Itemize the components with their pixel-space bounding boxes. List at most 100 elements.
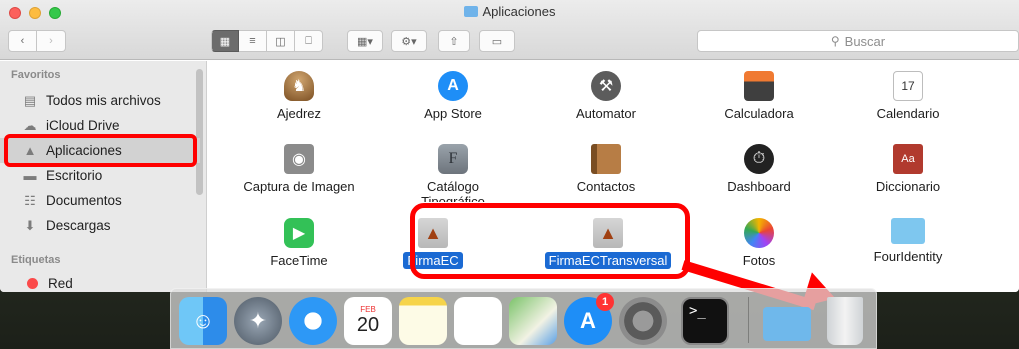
app-label: FaceTime [270,253,328,268]
sidebar-item-all-files[interactable]: ▤ Todos mis archivos [0,88,200,113]
sidebar-item-label: Todos mis archivos [46,93,161,108]
automator-icon: ⚒ [591,71,621,101]
applications-folder-icon [463,6,478,17]
app-label: App Store [424,106,482,121]
app-label: Dashboard [727,179,791,194]
chevron-left-icon: ‹ [20,35,25,47]
dock-calendar-month: FEB [360,305,376,314]
sidebar-item-label: Documentos [46,193,122,208]
app-label: Captura de Imagen [243,179,355,194]
tags-button[interactable]: ▭ [479,30,515,52]
app-item-fouridentity[interactable]: FourIdentity [833,218,983,265]
highlight-firmaec-annotation [410,203,690,279]
dock: ☺ ✦ FEB 20 A 1 >_ [170,288,877,349]
app-label: Fotos [742,253,776,268]
coverflow-view-button[interactable]: ⎕ [295,30,323,52]
folder-icon [891,218,925,244]
app-item-catalogo-tipografico[interactable]: F Catálogo Tipográfico [378,144,528,202]
app-label: Calendario [876,106,940,121]
gear-icon: ⚙▾ [401,35,417,48]
downloads-icon: ⬇ [24,217,36,233]
app-store-icon[interactable]: A 1 [564,293,614,345]
sidebar-item-downloads[interactable]: ⬇ Descargas [0,213,200,238]
sidebar-item-documents[interactable]: ☷ Documentos [0,188,200,213]
app-label: Calculadora [724,106,794,121]
desktop-icon: ▬ [23,168,37,183]
app-label: Contactos [576,179,636,194]
dock-separator [748,297,749,343]
grid-icon: ▦ [219,35,231,48]
app-item-automator[interactable]: ⚒ Automator [531,71,681,122]
column-view-button[interactable]: ◫ [267,30,295,52]
cloud-icon: ☁ [23,117,37,133]
app-item-ajedrez[interactable]: ♞ Ajedrez [224,71,374,122]
app-item-captura-de-imagen[interactable]: ◉ Captura de Imagen [224,144,374,195]
sidebar-item-label: Descargas [46,218,111,233]
font-book-glyph: F [448,150,458,167]
search-placeholder: Buscar [844,33,886,49]
list-icon: ≡ [249,35,256,47]
font-book-icon: F [438,144,468,174]
trash-icon[interactable] [827,297,863,345]
app-item-dashboard[interactable]: ⏱ Dashboard [684,144,834,195]
contacts-icon [591,144,621,174]
share-button[interactable]: ⇧ [438,30,470,52]
action-button[interactable]: ⚙▾ [391,30,427,52]
highlight-applications-annotation [4,134,197,167]
app-label: FourIdentity [873,249,943,264]
app-item-contactos[interactable]: Contactos [531,144,681,195]
list-view-button[interactable]: ≡ [239,30,267,52]
notes-icon[interactable] [399,297,447,345]
search-icon: ⚲ [830,34,840,48]
sidebar-item-label: iCloud Drive [46,118,120,133]
window-title: Aplicaciones [0,4,1019,19]
dock-calendar-day: 20 [356,314,380,336]
reminders-icon[interactable] [454,297,502,345]
search-field[interactable]: ⚲ Buscar [697,30,1019,52]
sidebar-tag-red[interactable]: Red [0,271,200,292]
sidebar-tag-label: Red [48,276,73,291]
app-item-fotos[interactable]: Fotos [684,218,834,269]
notification-badge: 1 [596,293,614,311]
dictionary-icon: Aa [893,144,923,174]
columns-icon: ◫ [275,35,286,48]
image-capture-icon: ◉ [284,144,314,174]
folder-icon[interactable] [763,307,811,341]
sidebar: Favoritos ▤ Todos mis archivos ☁ iCloud … [0,61,207,292]
finder-icon[interactable]: ☺ [179,297,227,345]
dashboard-icon: ⏱ [744,144,774,174]
app-item-diccionario[interactable]: Aa Diccionario [833,144,983,195]
app-label: Ajedrez [276,106,322,121]
all-files-icon: ▤ [23,92,37,108]
tag-icon: ▭ [491,35,503,48]
red-tag-icon [27,278,38,289]
forward-button[interactable]: › [37,30,66,52]
calendar-icon: 17 [893,71,923,101]
calculator-icon [744,71,774,101]
app-item-calendario[interactable]: 17 Calendario [833,71,983,122]
launchpad-icon[interactable]: ✦ [234,297,282,345]
favorites-heading: Favoritos [11,69,61,81]
app-item-app-store[interactable]: A App Store [378,71,528,122]
chess-icon: ♞ [284,71,314,101]
maps-icon[interactable] [509,297,557,345]
terminal-icon[interactable]: >_ [681,297,729,345]
app-item-calculadora[interactable]: Calculadora [684,71,834,122]
safari-icon[interactable] [289,297,337,345]
back-button[interactable]: ‹ [8,30,37,52]
titlebar: Aplicaciones ‹ › ▦ ≡ ◫ ⎕ ▦▾ ⚙▾ ⇧ ▭ ⚲ Bus… [0,0,1019,60]
app-item-facetime[interactable]: ▶ FaceTime [224,218,374,269]
arrange-button[interactable]: ▦▾ [347,30,383,52]
view-mode-buttons: ▦ ≡ ◫ ⎕ [211,30,323,52]
chevron-right-icon: › [49,35,53,47]
icon-view-button[interactable]: ▦ [211,30,239,52]
app-label: Diccionario [875,179,941,194]
share-icon: ⇧ [449,35,459,48]
app-label: Automator [576,106,636,121]
system-preferences-icon[interactable] [619,297,667,345]
coverflow-icon: ⎕ [305,34,312,47]
calendar-icon[interactable]: FEB 20 [344,297,392,345]
tags-heading: Etiquetas [11,254,61,266]
navigation-buttons: ‹ › [8,30,66,52]
app-store-icon: A [438,71,468,101]
